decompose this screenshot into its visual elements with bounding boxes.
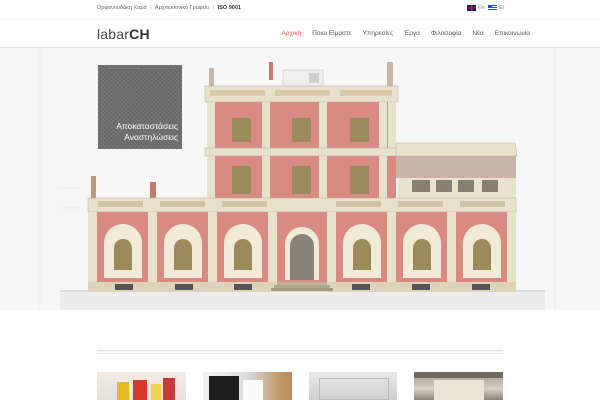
- nav-item-services[interactable]: Υπηρεσίες: [363, 30, 394, 37]
- greece-flag-icon: [488, 5, 497, 11]
- project-thumbnail-vaulted-hall[interactable]: [414, 372, 503, 400]
- logo-text-bold: CH: [129, 26, 150, 42]
- company-info: Ορφανουδάκη Χαρά | Αρχιτεκτονικό Γραφείο…: [97, 5, 241, 11]
- section-divider: [97, 353, 503, 354]
- site-logo[interactable]: labarCH: [97, 26, 150, 42]
- nav-item-projects[interactable]: Έργα: [404, 30, 420, 37]
- nav-item-news[interactable]: Νέα: [472, 30, 483, 37]
- top-bar: Ορφανουδάκη Χαρά | Αρχιτεκτονικό Γραφείο…: [0, 0, 600, 20]
- nav-item-home[interactable]: Αρχική: [281, 30, 301, 37]
- nav-item-philosophy[interactable]: Φιλοσοφία: [431, 30, 461, 37]
- project-thumbnail-minimal-room[interactable]: [308, 372, 398, 400]
- project-thumbnail-modern-kitchen[interactable]: [202, 372, 292, 400]
- separator: |: [212, 5, 215, 11]
- hero-slider[interactable]: Αποκαταστάσεις Αναστηλώσεις: [0, 48, 600, 310]
- caption-line-1: Αποκαταστάσεις: [116, 121, 178, 131]
- project-thumbnails: [97, 372, 503, 400]
- slide-caption[interactable]: Αποκαταστάσεις Αναστηλώσεις: [98, 65, 182, 149]
- project-thumbnail-colorful-interior[interactable]: [97, 372, 186, 400]
- language-el-label: El: [499, 5, 504, 11]
- language-en-link[interactable]: En: [467, 5, 485, 11]
- uk-flag-icon: [467, 5, 476, 11]
- main-nav: Αρχική Ποιοι Είμαστε Υπηρεσίες Έργα Φιλο…: [281, 30, 530, 37]
- section-divider: [97, 350, 503, 351]
- building-elevation-drawing: [39, 48, 556, 310]
- site-header: labarCH Αρχική Ποιοι Είμαστε Υπηρεσίες Έ…: [0, 20, 600, 48]
- caption-line-2: Αναστηλώσεις: [124, 132, 178, 142]
- separator: |: [150, 5, 152, 11]
- nav-item-about[interactable]: Ποιοι Είμαστε: [312, 30, 351, 37]
- company-description: Αρχιτεκτονικό Γραφείο: [154, 5, 210, 11]
- language-en-label: En: [478, 5, 485, 11]
- company-name: Ορφανουδάκη Χαρά: [97, 5, 147, 11]
- logo-text-light: labar: [97, 26, 130, 42]
- language-el-link[interactable]: El: [488, 5, 504, 11]
- iso-label: ISO 9001: [217, 5, 241, 11]
- nav-item-contact[interactable]: Επικοινωνία: [495, 30, 530, 37]
